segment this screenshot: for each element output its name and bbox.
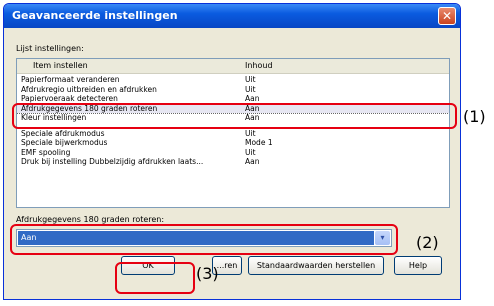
close-button[interactable]: ✕: [438, 7, 456, 25]
callout-box-1: [12, 103, 457, 129]
dialog-title: Geavanceerde instellingen: [12, 9, 178, 22]
help-button[interactable]: Help: [394, 256, 442, 275]
list-header: Item instellen Inhoud: [17, 59, 449, 74]
list-item[interactable]: Druk bij instelling Dubbelzijdig afdrukk…: [17, 157, 449, 167]
callout-box-2: [10, 224, 398, 255]
list-item[interactable]: Speciale afdrukmodus Uit: [17, 129, 449, 139]
list-item-value: Uit: [245, 84, 256, 94]
callout-box-3: [115, 262, 195, 294]
list-item-value: Uit: [245, 147, 256, 157]
list-item[interactable]: EMF spooling Uit: [17, 148, 449, 158]
list-item-label: EMF spooling: [21, 147, 71, 157]
list-item-label: Speciale bijwerkmodus: [21, 138, 108, 147]
list-item-value: Uit: [245, 128, 256, 138]
callout-label-3: (3): [196, 264, 219, 283]
restore-defaults-button[interactable]: Standaardwaarden herstellen: [248, 256, 384, 275]
list-label: Lijst instellingen:: [16, 44, 84, 53]
column-header-value[interactable]: Inhoud: [245, 61, 273, 70]
list-item[interactable]: Papierformaat veranderen Uit: [17, 75, 449, 85]
advanced-settings-dialog: Geavanceerde instellingen ✕ Lijst instel…: [3, 3, 461, 300]
list-item-label: Druk bij instelling Dubbelzijdig afdrukk…: [21, 157, 204, 166]
close-icon: ✕: [441, 9, 453, 23]
callout-label-1: (1): [463, 107, 486, 126]
list-item[interactable]: Afdrukregio uitbreiden en afdrukken Uit: [17, 85, 449, 95]
list-item-value: Uit: [245, 75, 256, 84]
list-item-label: Afdrukregio uitbreiden en afdrukken: [21, 84, 157, 94]
setting-label: Afdrukgegevens 180 graden roteren:: [16, 215, 165, 224]
settings-list[interactable]: Item instellen Inhoud Papierformaat vera…: [16, 58, 450, 208]
title-bar[interactable]: Geavanceerde instellingen ✕: [4, 4, 460, 28]
list-item[interactable]: Speciale bijwerkmodus Mode 1: [17, 138, 449, 148]
list-item-label: Papierformaat veranderen: [21, 75, 120, 84]
list-item-value: Aan: [245, 157, 260, 166]
callout-label-2: (2): [416, 233, 439, 252]
list-item-label: Speciale afdrukmodus: [21, 128, 105, 138]
list-item-value: Mode 1: [245, 138, 273, 147]
column-header-item[interactable]: Item instellen: [33, 61, 88, 70]
